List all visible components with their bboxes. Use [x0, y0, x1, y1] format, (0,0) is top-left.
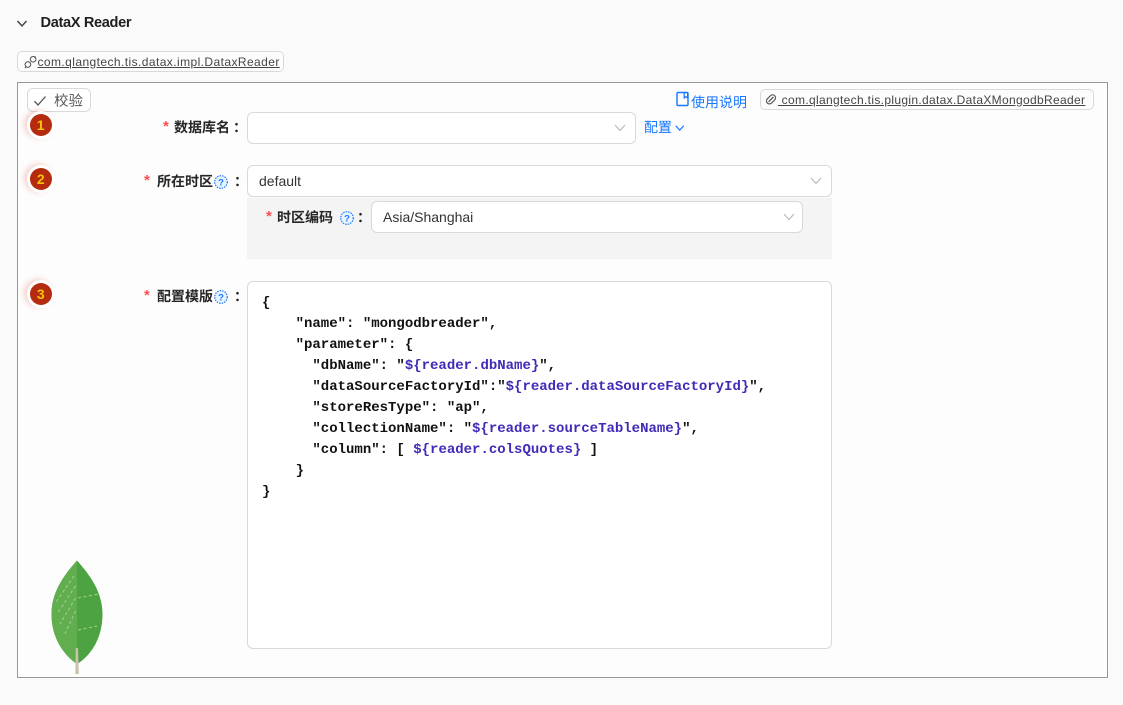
- svg-text:?: ?: [218, 177, 224, 188]
- svg-text:?: ?: [344, 213, 350, 224]
- svg-text:?: ?: [218, 292, 224, 303]
